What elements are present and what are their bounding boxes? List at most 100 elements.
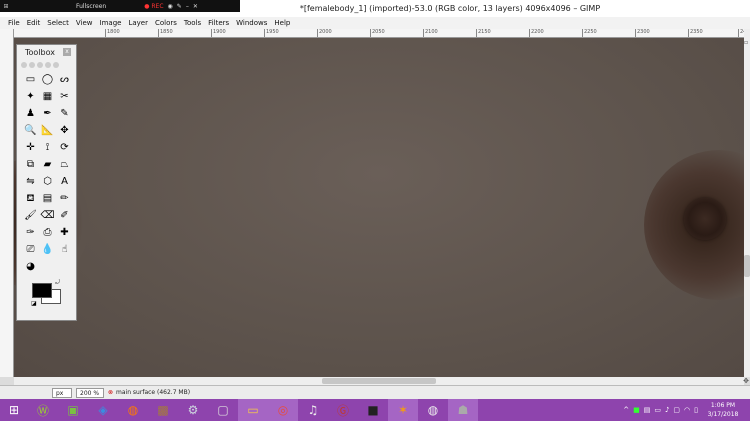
horizontal-scroll-thumb[interactable] <box>322 378 436 384</box>
heal-icon[interactable]: ✚ <box>56 224 73 241</box>
store-icon[interactable]: ▢ <box>208 399 238 421</box>
move-icon[interactable]: ✥ <box>56 122 73 139</box>
paintbrush-icon[interactable]: 🖌 <box>22 207 39 224</box>
fullscreen-label[interactable]: Fullscreen <box>76 3 106 10</box>
blur-icon[interactable]: 💧 <box>39 241 56 258</box>
ruler-tick: 1950 <box>264 29 279 37</box>
tray-wifi-icon[interactable]: ◠ <box>684 406 690 414</box>
steam-icon[interactable]: ⚙ <box>178 399 208 421</box>
horizontal-ruler[interactable]: 1800 1850 1900 1950 2000 2050 2100 2150 … <box>14 29 744 38</box>
paths-icon[interactable]: ✒ <box>39 105 56 122</box>
ink-icon[interactable]: ✑ <box>22 224 39 241</box>
shear-icon[interactable]: ▰ <box>39 156 56 173</box>
tray-battery-icon[interactable]: ▭ <box>654 406 661 414</box>
menu-help[interactable]: Help <box>274 19 290 27</box>
navigate-icon[interactable]: ✥ <box>742 377 750 385</box>
vertical-ruler[interactable] <box>0 29 14 377</box>
perspective-icon[interactable]: ⏢ <box>56 156 73 173</box>
menu-select[interactable]: Select <box>47 19 69 27</box>
tray-network-icon[interactable]: ▤ <box>644 406 651 414</box>
menu-layer[interactable]: Layer <box>128 19 148 27</box>
menu-tools[interactable]: Tools <box>184 19 201 27</box>
clock-time: 1:06 PM <box>710 402 736 409</box>
swap-colors-icon[interactable]: ⤾ <box>55 279 60 287</box>
menu-image[interactable]: Image <box>100 19 122 27</box>
gradient-icon[interactable]: ▤ <box>39 190 56 207</box>
pencil-icon[interactable]: ✏ <box>56 190 73 207</box>
zoom-icon[interactable]: 🔍 <box>22 122 39 139</box>
measure-icon[interactable]: 📐 <box>39 122 56 139</box>
bucket-fill-icon[interactable]: ⛾ <box>22 190 39 207</box>
scale-icon[interactable]: ⧉ <box>22 156 39 173</box>
toolbox-drag-handle[interactable] <box>21 60 72 70</box>
menu-filters[interactable]: Filters <box>208 19 229 27</box>
default-colors-icon[interactable]: ◪ <box>31 300 37 307</box>
flip-icon[interactable]: ⇋ <box>22 173 39 190</box>
dodge-burn-icon[interactable]: ◕ <box>22 258 39 275</box>
select-by-color-icon[interactable]: ▦ <box>39 88 56 105</box>
crop-icon[interactable]: ⟟ <box>39 139 56 156</box>
app-shield-icon[interactable]: ◍ <box>418 399 448 421</box>
fuzzy-select-icon[interactable]: ✦ <box>22 88 39 105</box>
file-explorer-icon[interactable]: ▭ <box>238 399 268 421</box>
image-canvas[interactable] <box>14 38 744 377</box>
ruler-tick: 2300 <box>635 29 650 37</box>
quick-mask-icon[interactable]: ▫ <box>744 39 750 46</box>
tray-volume-icon[interactable]: ♪ <box>665 406 669 414</box>
close-icon[interactable]: ✕ <box>193 3 198 10</box>
menu-view[interactable]: View <box>76 19 93 27</box>
eraser-icon[interactable]: ⌫ <box>39 207 56 224</box>
app-orange-icon[interactable]: ✶ <box>388 399 418 421</box>
menu-edit[interactable]: Edit <box>27 19 41 27</box>
align-icon[interactable]: ✛ <box>22 139 39 156</box>
perspective-clone-icon[interactable]: ⎚ <box>22 241 39 258</box>
vertical-scrollbar[interactable] <box>744 29 750 377</box>
cancel-icon[interactable]: ⊗ <box>108 389 113 396</box>
clock-date: 3/17/2018 <box>707 411 739 418</box>
menu-windows[interactable]: Windows <box>236 19 267 27</box>
minimize-icon[interactable]: – <box>186 3 189 10</box>
app-g-icon[interactable]: Ⓖ <box>328 399 358 421</box>
tool-grid: ▭ ◯ ᔕ ✦ ▦ ✂ ♟ ✒ ✎ 🔍 📐 ✥ ✛ ⟟ ⟳ ⧉ ▰ ⏢ ⇋ ⬡ A ⛾ ▤ ✏ 🖌 ⌫ ✐ ✑ ⎙ ✚ ⎚ 💧 ☝ ◕ <box>17 71 76 275</box>
smudge-icon[interactable]: ☝ <box>56 241 73 258</box>
vertical-scroll-thumb[interactable] <box>744 255 750 277</box>
color-picker-icon[interactable]: ✎ <box>56 105 73 122</box>
airbrush-icon[interactable]: ✐ <box>56 207 73 224</box>
camera-icon[interactable]: ◉ <box>168 3 173 10</box>
text-icon[interactable]: A <box>56 173 73 190</box>
unit-select[interactable]: px <box>52 387 72 398</box>
app-black-icon[interactable]: ■ <box>358 399 388 421</box>
tray-app-icon[interactable]: ■ <box>633 406 640 414</box>
gimp-icon[interactable]: ☗ <box>448 399 478 421</box>
rect-select-icon[interactable]: ▭ <box>22 71 39 88</box>
firefox-icon[interactable]: ◍ <box>118 399 148 421</box>
chrome-icon[interactable]: ◎ <box>268 399 298 421</box>
app-w-icon[interactable]: Ⓦ <box>28 399 58 421</box>
menu-file[interactable]: File <box>8 19 20 27</box>
tray-message-icon[interactable]: ▢ <box>673 406 680 414</box>
windows-start-icon[interactable]: ⊞ <box>0 399 28 421</box>
pin-icon[interactable]: ⊞ <box>0 3 12 10</box>
app-green-icon[interactable]: ▣ <box>58 399 88 421</box>
foreground-color-swatch[interactable] <box>32 283 52 298</box>
tray-notification-icon[interactable]: ▯ <box>694 406 698 414</box>
rec-indicator[interactable]: ● REC <box>144 3 163 10</box>
zoom-select[interactable]: 200 % <box>76 387 104 398</box>
itunes-icon[interactable]: ♫ <box>298 399 328 421</box>
color-area: ⤾ ◪ <box>17 275 78 315</box>
foreground-select-icon[interactable]: ♟ <box>22 105 39 122</box>
clone-icon[interactable]: ⎙ <box>39 224 56 241</box>
ellipse-select-icon[interactable]: ◯ <box>39 71 56 88</box>
pencil-icon[interactable]: ✎ <box>177 3 182 10</box>
close-icon[interactable]: x <box>63 48 71 56</box>
clock[interactable]: 1:06 PM 3/17/2018 <box>702 401 744 419</box>
free-select-icon[interactable]: ᔕ <box>56 71 73 88</box>
cage-icon[interactable]: ⬡ <box>39 173 56 190</box>
menu-colors[interactable]: Colors <box>155 19 177 27</box>
tray-up-icon[interactable]: ^ <box>623 406 629 414</box>
toolbox-header[interactable]: Toolbox x <box>17 45 76 59</box>
app-game-icon[interactable]: ▩ <box>148 399 178 421</box>
app-blue-icon[interactable]: ◈ <box>88 399 118 421</box>
rotate-icon[interactable]: ⟳ <box>56 139 73 156</box>
scissors-icon[interactable]: ✂ <box>56 88 73 105</box>
